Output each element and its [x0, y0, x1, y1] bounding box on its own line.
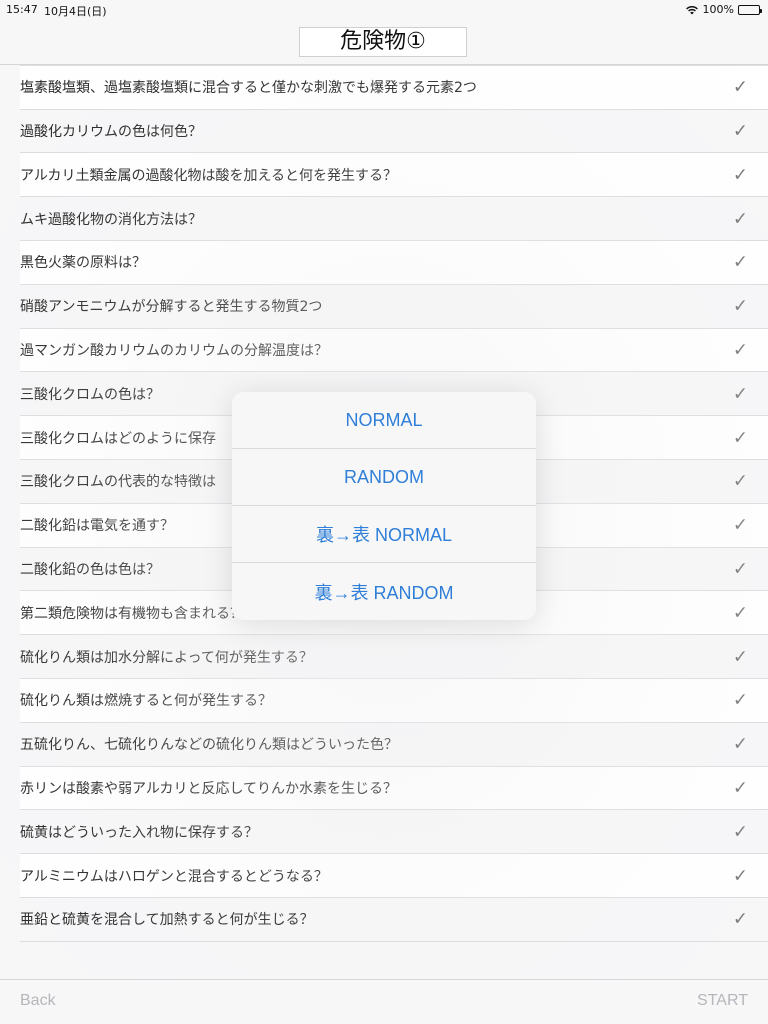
menu-item[interactable]: 裏→表 NORMAL: [232, 506, 536, 563]
list-item-label: アルミニウムはハロゲンと混合するとどうなる？: [20, 868, 328, 885]
battery-percent: 100%: [702, 3, 734, 16]
list-item[interactable]: 硫黄はどういった入れ物に保存する？ ✓: [20, 810, 768, 855]
list-item[interactable]: ムキ過酸化物の消化方法は？ ✓: [20, 197, 768, 241]
list-item-label: 過酸化カリウムの色は何色？: [20, 123, 202, 140]
bottom-toolbar: Back START: [0, 979, 768, 1024]
mode-menu: NORMAL RANDOM 裏→表 NORMAL 裏→表 RANDOM: [232, 392, 536, 620]
checkmark-icon: ✓: [732, 164, 748, 186]
list-item-label: 第二類危険物は有機物も含まれる？: [20, 605, 244, 622]
list-item-label: アルカリ土類金属の過酸化物は酸を加えると何を発生する？: [20, 167, 398, 184]
title-bar: 危険物①: [0, 20, 768, 65]
checkmark-icon: ✓: [732, 76, 748, 98]
checkmark-icon: ✓: [732, 208, 748, 230]
checkmark-icon: ✓: [732, 514, 748, 536]
checkmark-icon: ✓: [732, 908, 748, 930]
checkmark-icon: ✓: [732, 251, 748, 273]
list-item[interactable]: 硫化りん類は燃焼すると何が発生する？ ✓: [20, 678, 768, 723]
list-item[interactable]: 硝酸アンモニウムが分解すると発生する物質2つ ✓: [20, 285, 768, 329]
list-item-label: 三酸化クロムはどのように保存: [20, 430, 216, 447]
checkmark-icon: ✓: [732, 383, 748, 405]
list-item-label: ムキ過酸化物の消化方法は？: [20, 211, 202, 228]
checkmark-icon: ✓: [732, 777, 748, 799]
checkmark-icon: ✓: [732, 865, 748, 887]
list-item[interactable]: アルカリ土類金属の過酸化物は酸を加えると何を発生する？ ✓: [20, 153, 768, 198]
status-time: 15:47: [6, 3, 38, 16]
list-item[interactable]: 塩素酸塩類、過塩素酸塩類に混合すると僅かな刺激でも爆発する元素2つ ✓: [20, 65, 768, 110]
list-item-label: 硫化りん類は加水分解によって何が発生する？: [20, 649, 313, 666]
list-item-label: 五硫化りん、七硫化りんなどの硫化りん類はどういった色？: [20, 737, 398, 754]
list-item[interactable]: 五硫化りん、七硫化りんなどの硫化りん類はどういった色？ ✓: [20, 723, 768, 767]
status-right: 100%: [685, 3, 762, 16]
list-item-label: 亜鉛と硫黄を混合して加熱すると何が生じる？: [20, 912, 314, 929]
checkmark-icon: ✓: [732, 339, 748, 361]
checkmark-icon: ✓: [732, 558, 748, 580]
start-button[interactable]: START: [697, 992, 748, 1010]
checkmark-icon: ✓: [732, 120, 748, 142]
list-item-label: 硫黄はどういった入れ物に保存する？: [20, 824, 258, 841]
list-item[interactable]: 過酸化カリウムの色は何色？ ✓: [20, 110, 768, 154]
page-title: 危険物①: [299, 27, 467, 57]
list-item-label: 赤リンは酸素や弱アルカリと反応してりんか水素を生じる？: [20, 780, 398, 797]
checkmark-icon: ✓: [732, 689, 748, 711]
list-item[interactable]: 亜鉛と硫黄を混合して加熱すると何が生じる？ ✓: [20, 898, 768, 942]
status-date: 10月4日(日): [44, 5, 107, 18]
list-item[interactable]: アルミニウムはハロゲンと混合するとどうなる？ ✓: [20, 854, 768, 898]
screen: 15:47 10月4日(日) 100% 危険物① 第一類は保護液に入れて保存する…: [0, 0, 768, 1024]
menu-item[interactable]: RANDOM: [232, 449, 536, 506]
list-item-label: 過マンガン酸カリウムのカリウムの分解温度は？: [20, 342, 328, 359]
checkmark-icon: ✓: [732, 427, 748, 449]
list-item[interactable]: 過マンガン酸カリウムのカリウムの分解温度は？ ✓: [20, 328, 768, 373]
wifi-icon: [685, 5, 698, 14]
list-item-label: 三酸化クロムの代表的な特徴は: [20, 474, 216, 491]
battery-icon: [738, 4, 762, 15]
list-item[interactable]: 黒色火薬の原料は？ ✓: [20, 240, 768, 285]
menu-item[interactable]: 裏→表 RANDOM: [232, 563, 536, 620]
list-item-label: 二酸化鉛の色は色は？: [20, 561, 160, 578]
menu-item[interactable]: NORMAL: [232, 392, 536, 449]
back-button[interactable]: Back: [20, 992, 56, 1010]
list-item-label: 硝酸アンモニウムが分解すると発生する物質2つ: [20, 299, 323, 316]
checkmark-icon: ✓: [732, 295, 748, 317]
checkmark-icon: ✓: [732, 821, 748, 843]
list-item[interactable]: 赤リンは酸素や弱アルカリと反応してりんか水素を生じる？ ✓: [20, 766, 768, 811]
list-item-label: 塩素酸塩類、過塩素酸塩類に混合すると僅かな刺激でも爆発する元素2つ: [20, 80, 477, 97]
list-item-label: 硫化りん類は燃焼すると何が発生する？: [20, 693, 272, 710]
checkmark-icon: ✓: [732, 470, 748, 492]
list-item-label: 二酸化鉛は電気を通す？: [20, 518, 174, 535]
checkmark-icon: ✓: [732, 602, 748, 624]
list-item-label: 三酸化クロムの色は？: [20, 386, 160, 403]
checkmark-icon: ✓: [732, 733, 748, 755]
checkmark-icon: ✓: [732, 646, 748, 668]
status-bar: 15:47 10月4日(日) 100%: [0, 0, 768, 20]
list-item[interactable]: 硫化りん類は加水分解によって何が発生する？ ✓: [20, 635, 768, 679]
list-item-label: 黒色火薬の原料は？: [20, 255, 146, 272]
